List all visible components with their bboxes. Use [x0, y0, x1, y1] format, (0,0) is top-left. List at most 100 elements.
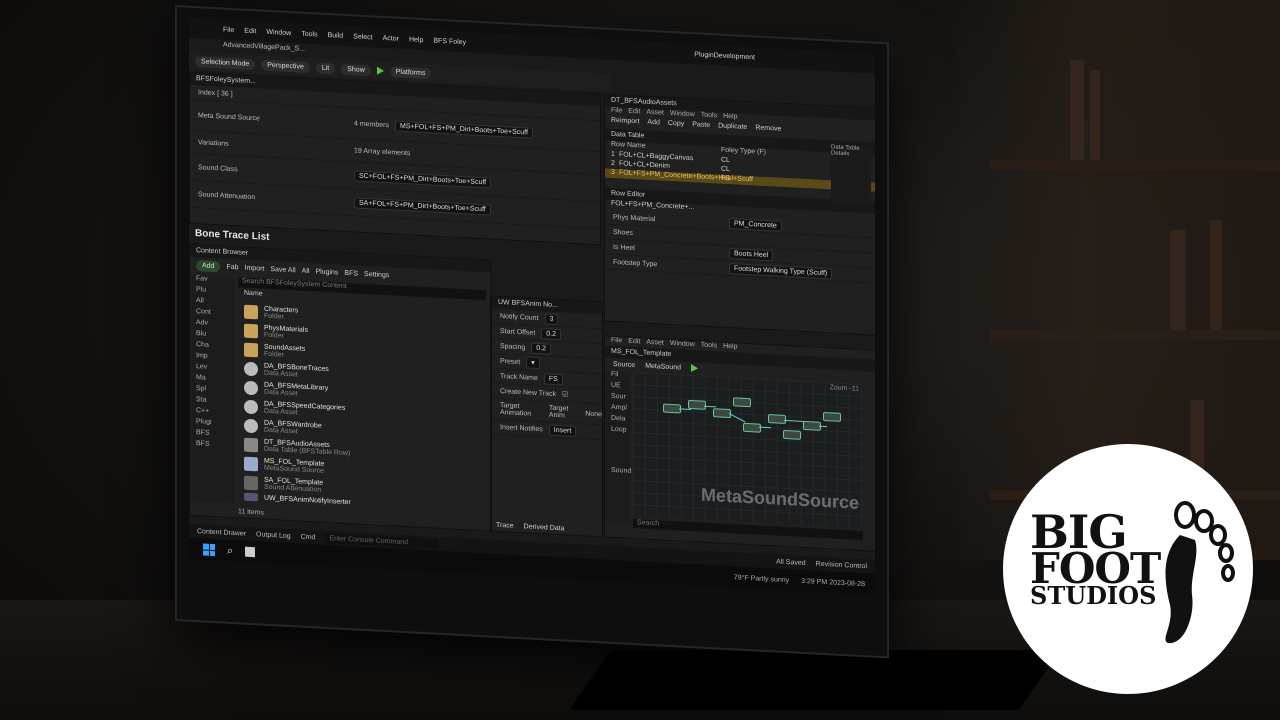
- graph-node[interactable]: [733, 397, 751, 408]
- graph-node[interactable]: [783, 429, 801, 440]
- metasound-button[interactable]: MetaSound: [645, 362, 681, 371]
- is-heel-dropdown[interactable]: Boots Heel: [729, 247, 774, 261]
- meta-sound-source-field[interactable]: MS+FOL+FS+PM_Dirt+Boots+Toe+Scuff: [395, 120, 533, 139]
- dt-menu-edit[interactable]: Edit: [628, 108, 640, 119]
- paste-button[interactable]: Paste: [692, 121, 710, 134]
- member-item[interactable]: Loop: [605, 426, 631, 438]
- target-none-dropdown[interactable]: None: [585, 410, 602, 418]
- data-table-editor: DT_BFSAudioAssets File Edit Asset Window…: [604, 93, 875, 336]
- insert-notifies-label: Insert Notifies: [500, 423, 543, 433]
- system-clock[interactable]: 3:29 PM 2023-08-28: [801, 577, 865, 587]
- import-button[interactable]: Import: [245, 264, 265, 272]
- clock-time: 3:29 PM: [801, 577, 828, 586]
- settings-button[interactable]: Settings: [364, 270, 389, 278]
- footprint-icon: [1165, 501, 1235, 644]
- path-plugins[interactable]: Plugins: [315, 268, 338, 276]
- content-browser: Content Browser Add Fab Import Save All …: [189, 243, 491, 532]
- ms-menu-tools[interactable]: Tools: [701, 342, 717, 352]
- duplicate-button[interactable]: Duplicate: [718, 122, 747, 136]
- play-icon[interactable]: [691, 364, 698, 373]
- menu-bfs-foley[interactable]: BFS Foley: [433, 37, 466, 46]
- revision-control-button[interactable]: Revision Control: [816, 560, 867, 570]
- selection-mode-button[interactable]: Selection Mode: [195, 55, 256, 70]
- trace-button[interactable]: Trace: [496, 522, 514, 530]
- menu-edit[interactable]: Edit: [244, 27, 256, 35]
- menu-help[interactable]: Help: [409, 36, 423, 44]
- footstep-type-dropdown[interactable]: Footstep Walking Type (Scuff): [729, 262, 833, 279]
- derived-data-button[interactable]: Derived Data: [524, 523, 565, 532]
- window-title: PluginDevelopment: [694, 50, 755, 61]
- remove-button[interactable]: Remove: [755, 124, 781, 137]
- ms-menu-help[interactable]: Help: [723, 343, 737, 353]
- path-all[interactable]: All: [302, 267, 310, 274]
- weather-text: Partly sunny: [750, 574, 790, 584]
- play-icon[interactable]: [376, 66, 384, 75]
- data-asset-icon: [244, 399, 258, 414]
- menu-select[interactable]: Select: [353, 33, 372, 41]
- data-table-icon: [244, 437, 258, 452]
- save-all-button[interactable]: Save All: [270, 265, 295, 273]
- fab-button[interactable]: Fab: [226, 263, 238, 271]
- folder-icon: [244, 304, 258, 319]
- menu-build[interactable]: Build: [328, 31, 344, 39]
- lit-button[interactable]: Lit: [315, 61, 336, 74]
- add-row-button[interactable]: Add: [647, 119, 659, 132]
- perspective-button[interactable]: Perspective: [261, 59, 310, 73]
- row-index: 3: [611, 168, 615, 177]
- unreal-editor-screen: U File Edit Window Tools Build Select Ac…: [189, 17, 875, 596]
- dt-menu-file[interactable]: File: [611, 107, 622, 118]
- show-button[interactable]: Show: [341, 63, 371, 76]
- metasound-icon: [244, 456, 258, 471]
- ms-menu-window[interactable]: Window: [670, 340, 695, 350]
- copy-button[interactable]: Copy: [668, 120, 684, 133]
- insert-button[interactable]: Insert: [548, 424, 577, 437]
- menu-window[interactable]: Window: [266, 28, 291, 36]
- data-asset-icon: [244, 418, 258, 433]
- graph-node[interactable]: [743, 422, 761, 433]
- menu-actor[interactable]: Actor: [383, 34, 399, 42]
- folder-icon: [244, 323, 258, 338]
- folder-tree: Fav Plu All Cont Adv Blu Cha Imp Lev Ma …: [190, 274, 234, 504]
- path-bfs[interactable]: BFS: [344, 269, 358, 277]
- add-button[interactable]: Add: [196, 259, 221, 272]
- sound-attenuation-field[interactable]: SA+FOL+FS+PM_Dirt+Boots+Toe+Scuff: [354, 196, 491, 216]
- cmd-dropdown[interactable]: Cmd: [301, 533, 316, 541]
- menu-tools[interactable]: Tools: [301, 30, 317, 38]
- start-offset-input[interactable]: 0.2: [541, 327, 562, 340]
- track-name-input[interactable]: FS: [543, 372, 563, 385]
- metasound-graph[interactable]: Zoom -11 MetaSoundSource: [633, 372, 863, 529]
- create-new-track-label: Create New Track: [500, 387, 557, 398]
- details-panel: BFSFoleySystem... Index [ 36 ] Meta Soun…: [189, 71, 601, 246]
- widget-icon: [244, 492, 258, 502]
- create-new-track-checkbox[interactable]: ☑: [562, 390, 568, 398]
- meta-sound-source-label: Meta Sound Source: [198, 111, 260, 122]
- folder-icon: [244, 342, 258, 357]
- search-icon[interactable]: ⌕: [227, 544, 233, 557]
- metasound-members: Fil UE Sour Ampl Dela Loop Sound: [605, 370, 631, 524]
- all-saved-indicator[interactable]: All Saved: [776, 558, 806, 567]
- track-name-label: Track Name: [500, 372, 538, 382]
- content-drawer-button[interactable]: Content Drawer: [197, 528, 246, 538]
- asset-list: Characters Folder PhysMaterials Folder Sou…: [238, 301, 486, 514]
- sound-class-field[interactable]: SC+FOL+FS+PM_Dirt+Boots+Toe+Scuff: [354, 169, 492, 189]
- tree-item[interactable]: BFS: [190, 440, 234, 453]
- spacing-input[interactable]: 0.2: [531, 342, 552, 355]
- weather-temp: 79°F: [733, 573, 749, 582]
- graph-wire: [728, 413, 746, 423]
- platforms-button[interactable]: Platforms: [389, 65, 432, 79]
- menu-file[interactable]: File: [223, 26, 234, 34]
- notify-count-input[interactable]: 3: [544, 312, 559, 325]
- windows-start-icon[interactable]: [203, 543, 215, 557]
- target-anim-value[interactable]: Target Anim: [549, 405, 579, 421]
- is-heel-label: Is Heel: [613, 243, 635, 252]
- phys-material-field[interactable]: PM_Concrete: [729, 217, 782, 232]
- source-button[interactable]: Source: [613, 360, 635, 368]
- phys-material-label: Phys Material: [613, 213, 656, 223]
- task-view-icon[interactable]: [245, 546, 256, 558]
- member-item[interactable]: Sound: [605, 467, 631, 479]
- output-log-button[interactable]: Output Log: [256, 531, 291, 540]
- weather-widget[interactable]: 79°F Partly sunny: [734, 574, 789, 584]
- preset-dropdown[interactable]: ▾: [526, 356, 540, 370]
- graph-node[interactable]: [823, 411, 841, 422]
- item-count: 11 items: [238, 508, 264, 517]
